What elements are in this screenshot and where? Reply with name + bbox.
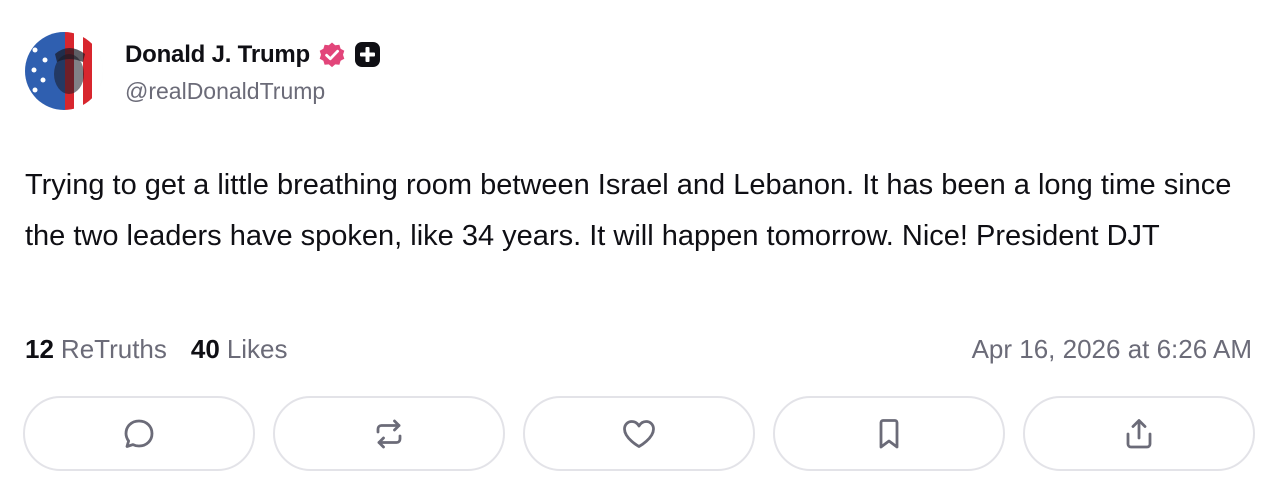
display-name[interactable]: Donald J. Trump bbox=[125, 41, 310, 69]
author-handle[interactable]: @realDonaldTrump bbox=[125, 78, 381, 105]
avatar-image bbox=[25, 32, 103, 110]
like-button[interactable] bbox=[523, 396, 755, 471]
post-text: Trying to get a little breathing room be… bbox=[25, 169, 1232, 252]
post-timestamp[interactable]: Apr 16, 2026 at 6:26 AM bbox=[972, 334, 1252, 365]
likes-stat[interactable]: 40 Likes bbox=[191, 334, 288, 365]
author-identity: Donald J. Trump @realDonaldTrump bbox=[125, 38, 381, 105]
repost-icon bbox=[376, 419, 402, 448]
post-stats: 12 ReTruths 40 Likes Apr 16, 2026 at 6:2… bbox=[25, 332, 1252, 366]
retruths-count: 12 bbox=[25, 333, 54, 364]
share-icon bbox=[1126, 418, 1152, 448]
reply-button[interactable] bbox=[23, 396, 255, 471]
avatar[interactable] bbox=[25, 32, 103, 110]
bookmark-icon bbox=[879, 418, 899, 448]
retruth-button[interactable] bbox=[273, 396, 505, 471]
post-header: Donald J. Trump @realDonaldTrump bbox=[25, 32, 381, 110]
retruths-stat[interactable]: 12 ReTruths bbox=[25, 334, 167, 365]
action-bar bbox=[23, 396, 1255, 471]
name-row: Donald J. Trump bbox=[125, 38, 381, 72]
bookmark-button[interactable] bbox=[773, 396, 1005, 471]
likes-count: 40 bbox=[190, 333, 220, 364]
share-button[interactable] bbox=[1023, 396, 1255, 471]
verified-badge-icon bbox=[318, 41, 346, 69]
comment-icon bbox=[124, 419, 154, 448]
plus-badge-icon bbox=[354, 41, 381, 68]
retruths-label: ReTruths bbox=[60, 333, 167, 364]
heart-icon bbox=[623, 419, 655, 448]
likes-label: Likes bbox=[226, 333, 288, 364]
